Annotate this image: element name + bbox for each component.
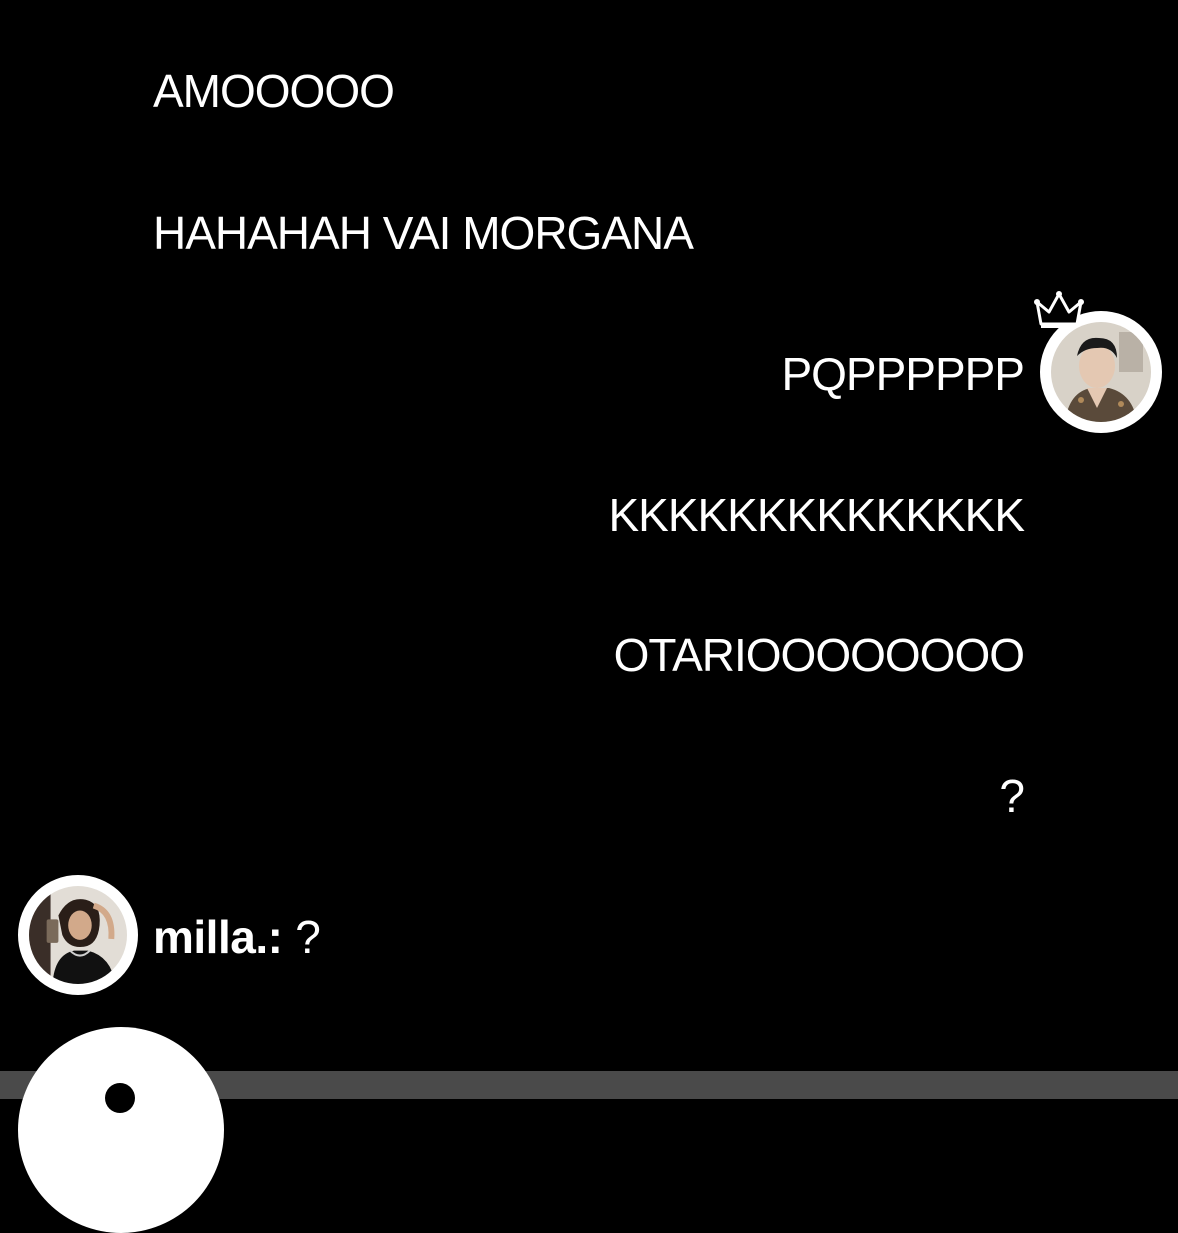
chat-message: KKKKKKKKKKKKKK (608, 489, 1025, 541)
chat-message: OTARIOOOOOOOO (613, 629, 1025, 681)
chat-message: HAHAHAH VAI MORGANA (153, 207, 694, 259)
commenter-avatar-photo (29, 886, 127, 984)
comment-username[interactable]: milla.: (153, 911, 283, 963)
camera-button[interactable] (18, 1027, 224, 1233)
host-avatar-photo (1051, 322, 1151, 422)
camera-icon (105, 1083, 135, 1113)
comment-line: milla.: ? (153, 911, 321, 963)
chat-message: PQPPPPPP (781, 348, 1025, 400)
chat-message: AMOOOOO (153, 65, 395, 117)
chat-message: ? (999, 770, 1025, 822)
crown-icon (1033, 288, 1085, 334)
comment-text: ? (295, 911, 321, 963)
commenter-avatar[interactable] (18, 875, 138, 995)
